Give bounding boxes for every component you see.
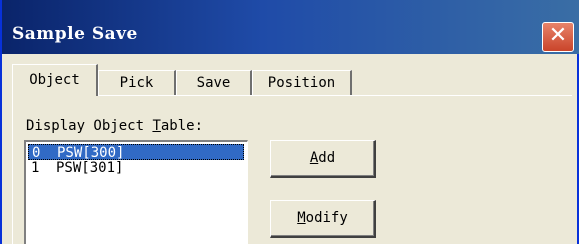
tab-position[interactable]: Position [252,70,352,96]
window-title: Sample Save [12,24,138,44]
modify-button[interactable]: Modify [270,200,376,238]
list-item-index: 0 [32,145,41,161]
tab-object[interactable]: Object [12,64,98,96]
label-text-after: able: [160,118,204,134]
label-accelerator: T [152,118,161,134]
list-item-index: 1 [31,160,40,176]
list-item-name: PSW[300] [57,145,125,161]
close-icon: ✕ [548,23,568,48]
display-object-listbox[interactable]: 0 PSW[300] 1 PSW[301] [24,140,248,244]
display-object-table-label: Display Object Table: [26,118,203,134]
title-bar[interactable]: Sample Save ✕ [2,0,579,54]
tab-save[interactable]: Save [176,70,252,96]
sample-save-dialog: Sample Save ✕ Object Pick Save Position … [0,0,579,244]
list-item-name: PSW[301] [56,160,124,176]
close-button[interactable]: ✕ [542,22,574,52]
modify-button-label: odify [305,210,348,226]
add-button-label: dd [318,150,336,166]
list-item[interactable]: 1 PSW[301] [28,160,244,176]
modify-button-accelerator: M [297,210,306,226]
label-text-before: Display Object [26,118,153,134]
add-button[interactable]: Add [270,140,376,178]
list-item[interactable]: 0 PSW[300] [28,144,244,161]
tab-pick[interactable]: Pick [98,70,176,96]
